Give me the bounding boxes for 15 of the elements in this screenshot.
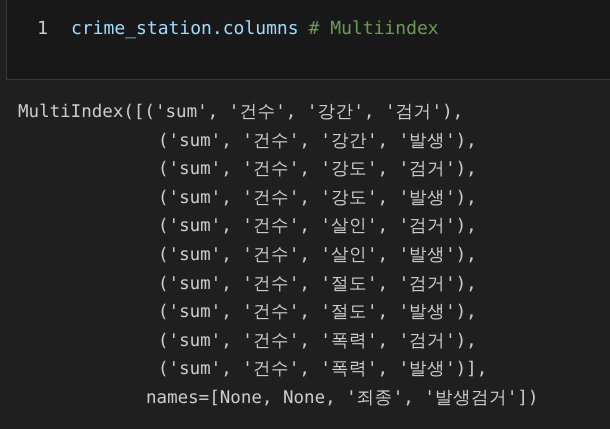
output-line: ('sum', '건수', '폭력', '발생')],: [158, 359, 488, 380]
output-line: MultiIndex([('sum', '건수', '강간', '검거'),: [18, 102, 464, 122]
output-line: ('sum', '건수', '강도', '검거'),: [158, 159, 477, 180]
output-line: ('sum', '건수', '살인', '검거'),: [158, 216, 477, 236]
output-line: names=[None, None, '죄종', '발생검거']): [146, 388, 538, 408]
code-cell[interactable]: 1 crime_station.columns # Multiindex: [6, 0, 610, 80]
output-line: ('sum', '건수', '폭력', '검거'),: [158, 330, 477, 351]
output-line: ('sum', '건수', '살인', '발생'),: [158, 244, 477, 265]
output-line: ('sum', '건수', '절도', '발생'),: [158, 302, 477, 322]
line-number: 1: [36, 18, 49, 39]
output-line: ('sum', '건수', '절도', '검거'),: [158, 274, 477, 294]
code-text: crime_station.columns: [71, 18, 299, 39]
output-line: ('sum', '건수', '강도', '발생'),: [158, 188, 477, 208]
output-line: ('sum', '건수', '강간', '발생'),: [158, 130, 477, 151]
code-comment: # Multiindex: [308, 18, 439, 39]
